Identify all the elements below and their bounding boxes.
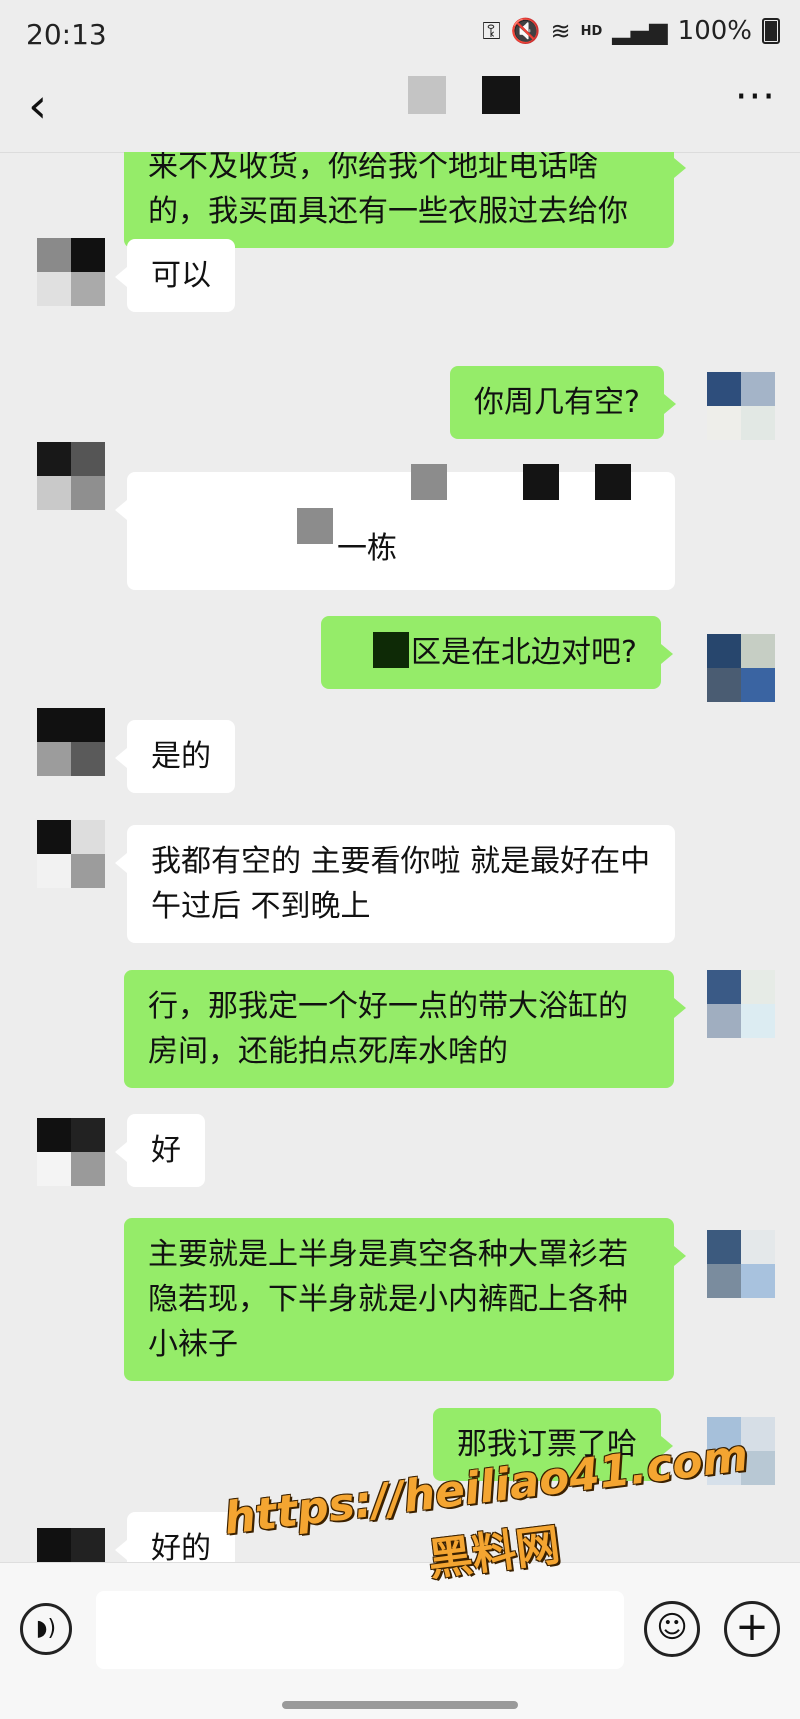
message-bubble-sent[interactable]: 来不及收货，你给我个地址电话啥的，我买面具还有一些衣服过去给你 <box>124 152 686 248</box>
status-bar: 20:13 ⚿ 🔇 ≋ HD ▂▄▆ 100% <box>0 0 800 70</box>
message-text: 行，那我定一个好一点的带大浴缸的房间，还能拍点死库水啥的 <box>148 989 628 1069</box>
message-bubble-sent[interactable]: 你周几有空? <box>450 366 676 439</box>
avatar[interactable] <box>707 372 775 440</box>
message-bubble-sent[interactable]: 区是在北边对吧? <box>321 616 673 689</box>
battery-percent: 100% <box>677 16 752 46</box>
chat-header: ‹ ··· <box>0 70 800 153</box>
message-text: 是的 <box>151 739 211 774</box>
avatar[interactable] <box>37 708 105 776</box>
avatar[interactable] <box>37 1528 105 1562</box>
message-input[interactable] <box>96 1591 624 1669</box>
message-bubble-received[interactable]: 可以 <box>115 239 235 312</box>
battery-icon <box>762 18 780 44</box>
message-text: 你周几有空? <box>474 385 640 420</box>
key-icon: ⚿ <box>482 17 501 45</box>
message-bubble-sent[interactable]: 主要就是上半身是真空各种大罩衫若隐若现，下半身就是小内裤配上各种小袜子 <box>124 1218 686 1381</box>
title-redaction <box>408 76 446 114</box>
signal-icon: ▂▄▆ <box>612 17 668 45</box>
title-redaction <box>482 76 520 114</box>
wifi-icon: ≋ <box>550 17 571 45</box>
message-bubble-received[interactable]: 一栋 <box>115 464 675 590</box>
emoji-icon[interactable]: ☺ <box>644 1601 700 1657</box>
redaction-block <box>373 632 409 668</box>
message-bubble-received[interactable]: 我都有空的 主要看你啦 就是最好在中午过后 不到晚上 <box>115 825 675 943</box>
more-dots-icon[interactable]: ··· <box>735 74 776 120</box>
plus-icon[interactable]: + <box>724 1601 780 1657</box>
message-text: 好的 <box>151 1531 211 1562</box>
redaction-block <box>595 464 631 500</box>
message-text: 来不及收货，你给我个地址电话啥的，我买面具还有一些衣服过去给你 <box>148 152 628 229</box>
avatar[interactable] <box>37 238 105 306</box>
back-chevron-icon[interactable]: ‹ <box>28 82 47 130</box>
message-text: 区是在北边对吧? <box>411 635 637 670</box>
message-text: 主要就是上半身是真空各种大罩衫若隐若现，下半身就是小内裤配上各种小袜子 <box>148 1237 628 1362</box>
message-text: 我都有空的 主要看你啦 就是最好在中午过后 不到晚上 <box>151 844 651 924</box>
message-bubble-sent[interactable]: 行，那我定一个好一点的带大浴缸的房间，还能拍点死库水啥的 <box>124 970 686 1088</box>
message-text: 好 <box>151 1133 181 1168</box>
message-bubble-received[interactable]: 是的 <box>115 720 235 793</box>
avatar[interactable] <box>37 820 105 888</box>
message-list[interactable]: 来不及收货，你给我个地址电话啥的，我买面具还有一些衣服过去给你 可以 你周几有空… <box>0 152 800 1562</box>
avatar[interactable] <box>707 1230 775 1298</box>
avatar[interactable] <box>707 970 775 1038</box>
avatar[interactable] <box>707 634 775 702</box>
mute-icon: 🔇 <box>510 17 541 45</box>
message-bubble-received[interactable]: 好 <box>115 1114 205 1187</box>
status-icons: ⚿ 🔇 ≋ HD ▂▄▆ 100% <box>482 16 780 46</box>
voice-icon[interactable]: ◗) <box>20 1603 72 1655</box>
redaction-block <box>523 464 559 500</box>
status-time: 20:13 <box>26 18 107 51</box>
avatar[interactable] <box>37 442 105 510</box>
message-text: 一栋 <box>337 531 397 566</box>
redaction-block <box>297 508 333 544</box>
home-indicator[interactable] <box>282 1701 518 1709</box>
redaction-block <box>411 464 447 500</box>
hd-label: HD <box>580 23 603 39</box>
avatar[interactable] <box>37 1118 105 1186</box>
message-text: 可以 <box>151 258 211 293</box>
